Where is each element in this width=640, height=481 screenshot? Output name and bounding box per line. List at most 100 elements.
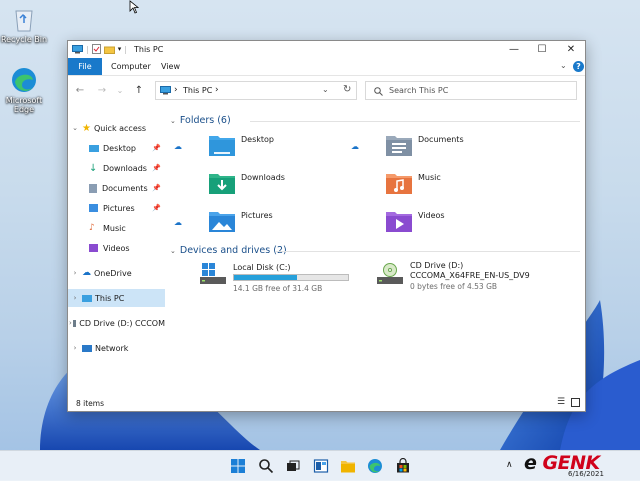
group-title: Folders (6): [179, 115, 231, 126]
edge-icon: [12, 68, 36, 92]
refresh-icon[interactable]: ↻: [343, 84, 351, 95]
desktop-icon-recycle-bin[interactable]: Recycle Bin: [0, 5, 50, 44]
pin-icon: 📌: [152, 184, 161, 192]
task-view-icon[interactable]: [285, 458, 301, 474]
expand-ribbon-icon[interactable]: ⌄: [560, 61, 567, 70]
widgets-icon[interactable]: [313, 458, 329, 474]
folder-music[interactable]: Music: [351, 170, 521, 202]
nav-item-videos[interactable]: Videos: [68, 239, 165, 257]
drive-usage-fill: [234, 275, 297, 280]
window-title: This PC: [134, 45, 164, 54]
drive-cd-d[interactable]: CD Drive (D:) CCCOMA_X64FRE_EN-US_DV9 0 …: [377, 261, 577, 298]
folder-downloads[interactable]: Downloads: [174, 170, 344, 202]
mouse-cursor-icon: [129, 0, 139, 14]
folder-label: Downloads: [241, 173, 285, 182]
folders-group-header[interactable]: ⌄ Folders (6): [170, 115, 231, 126]
documents-folder-icon: [386, 136, 412, 156]
maximize-button[interactable]: ☐: [528, 41, 556, 58]
navigation-pane: ⌄ ★ Quick access Desktop 📌 ↓ Downloads 📌…: [68, 114, 165, 394]
title-bar[interactable]: | ▾ | This PC — ☐ ✕: [68, 41, 585, 58]
cd-drive-icon: [377, 263, 403, 284]
music-folder-icon: [386, 174, 412, 194]
nav-label: Quick access: [93, 123, 147, 133]
pin-icon: 📌: [152, 204, 161, 212]
properties-icon[interactable]: [91, 44, 101, 54]
address-bar[interactable]: › This PC › ⌄ ↻: [155, 81, 357, 100]
details-view-icon[interactable]: ☰: [557, 397, 565, 407]
videos-folder-icon: [386, 212, 412, 232]
this-pc-icon: [160, 86, 171, 95]
search-placeholder: Search This PC: [389, 86, 449, 95]
file-explorer-window[interactable]: | ▾ | This PC — ☐ ✕ File Computer View ⌄…: [67, 40, 586, 412]
search-box[interactable]: Search This PC: [365, 81, 577, 100]
star-icon: ★: [82, 122, 91, 134]
tab-computer[interactable]: Computer: [111, 58, 151, 75]
cloud-icon: ☁: [82, 268, 91, 278]
group-divider: [276, 251, 580, 252]
large-icons-view-icon[interactable]: [571, 398, 580, 407]
edge-icon[interactable]: [367, 458, 383, 474]
breadcrumb-separator[interactable]: ›: [215, 85, 219, 95]
nav-item-downloads[interactable]: ↓ Downloads 📌: [68, 159, 165, 177]
breadcrumb-this-pc[interactable]: This PC: [183, 86, 212, 95]
windows-drive-icon: [200, 263, 226, 284]
taskbar-date: 6/16/2021: [568, 470, 604, 478]
expand-chevron-icon[interactable]: ⌄: [68, 124, 82, 132]
nav-item-documents[interactable]: Documents 📌: [68, 179, 165, 197]
expand-chevron-icon[interactable]: ›: [68, 344, 82, 352]
folder-desktop[interactable]: ☁ Desktop: [174, 132, 344, 164]
back-button[interactable]: ←: [73, 84, 87, 98]
folder-label: Videos: [418, 211, 445, 220]
this-pc-icon: [82, 294, 92, 302]
ribbon-tabs: File Computer View ⌄ ?: [68, 58, 585, 76]
group-divider: [250, 121, 580, 122]
nav-label: OneDrive: [94, 268, 132, 278]
folder-pictures[interactable]: ☁ Pictures: [174, 208, 344, 240]
nav-item-desktop[interactable]: Desktop 📌: [68, 139, 165, 157]
desktop-icon-edge[interactable]: Microsoft Edge: [0, 66, 50, 114]
customize-toolbar-icon[interactable]: ▾: [118, 45, 122, 53]
nav-label: Videos: [103, 243, 130, 253]
nav-cd-drive[interactable]: › CD Drive (D:) CCCOM: [68, 314, 165, 332]
recent-locations-button[interactable]: ⌄: [113, 84, 127, 98]
downloads-folder-icon: [209, 174, 235, 194]
pictures-folder-icon: [209, 212, 235, 232]
start-icon[interactable]: [230, 458, 246, 474]
nav-item-music[interactable]: ♪ Music: [68, 219, 165, 237]
file-explorer-icon[interactable]: [340, 458, 356, 474]
new-folder-icon[interactable]: [103, 45, 115, 54]
forward-button[interactable]: →: [95, 84, 109, 98]
tab-view[interactable]: View: [161, 58, 180, 75]
address-dropdown-icon[interactable]: ⌄: [322, 85, 329, 94]
desktop-icon-label: Recycle Bin: [0, 35, 48, 44]
nav-label: Documents: [102, 183, 148, 193]
nav-item-pictures[interactable]: Pictures 📌: [68, 199, 165, 217]
pin-icon: 📌: [152, 164, 161, 172]
nav-network[interactable]: › Network: [68, 339, 165, 357]
nav-label: Pictures: [103, 203, 135, 213]
expand-chevron-icon[interactable]: ›: [68, 269, 82, 277]
search-icon: [374, 87, 383, 96]
store-icon[interactable]: [395, 458, 411, 474]
expand-chevron-icon[interactable]: ›: [68, 294, 82, 302]
minimize-button[interactable]: —: [500, 41, 528, 58]
tray-overflow-icon[interactable]: ∧: [506, 460, 513, 470]
desktop-icon: [89, 144, 99, 152]
drive-local-disk-c[interactable]: Local Disk (C:) 14.1 GB free of 31.4 GB: [200, 262, 360, 298]
tab-file[interactable]: File: [68, 58, 102, 75]
folder-videos[interactable]: Videos: [351, 208, 521, 240]
folder-label: Desktop: [241, 135, 274, 144]
nav-quick-access[interactable]: ⌄ ★ Quick access: [68, 119, 165, 137]
folder-documents[interactable]: ☁ Documents: [351, 132, 521, 164]
nav-this-pc[interactable]: › This PC: [68, 289, 165, 307]
music-icon: ♪: [89, 223, 95, 233]
drives-group-header[interactable]: ⌄ Devices and drives (2): [170, 245, 287, 256]
search-icon[interactable]: [258, 458, 274, 474]
close-button[interactable]: ✕: [557, 41, 585, 58]
collapse-chevron-icon[interactable]: ⌄: [170, 117, 176, 125]
up-button[interactable]: ↑: [132, 84, 146, 98]
collapse-chevron-icon[interactable]: ⌄: [170, 247, 176, 255]
this-pc-icon: [72, 44, 83, 53]
nav-onedrive[interactable]: › ☁ OneDrive: [68, 264, 165, 282]
help-icon[interactable]: ?: [573, 61, 584, 72]
